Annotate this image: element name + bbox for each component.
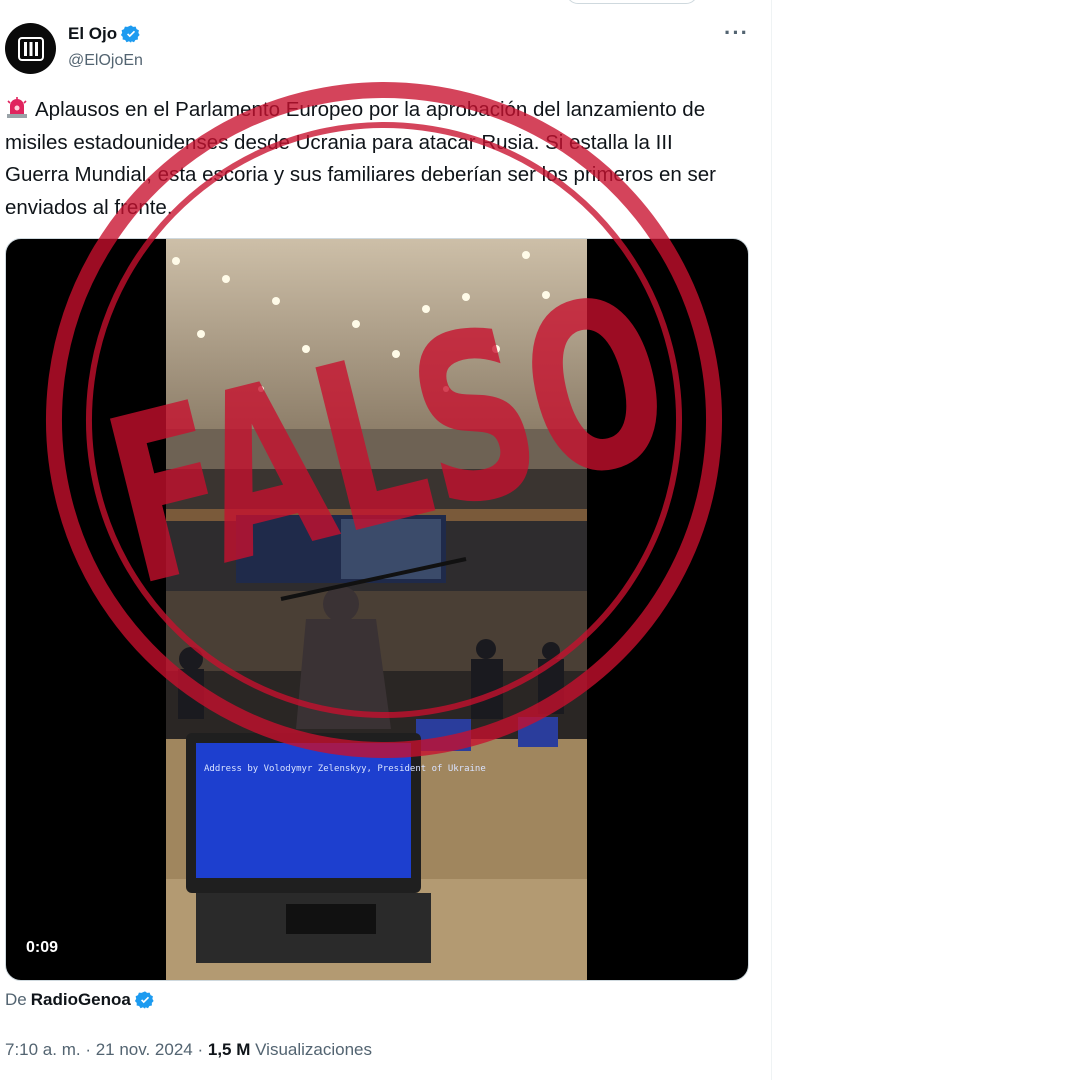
video-screen-text: Address by Volodymyr Zelenskyy, Presiden…: [204, 764, 486, 774]
siren-emoji-icon: [7, 97, 27, 118]
video-frame: Address by Volodymyr Zelenskyy, Presiden…: [166, 239, 587, 980]
top-button-partial[interactable]: [566, 0, 698, 4]
views-label: Visualizaciones: [255, 1040, 373, 1059]
views-count: 1,5 M: [207, 1040, 251, 1059]
via-prefix: De: [5, 990, 27, 1009]
author-handle[interactable]: @ElOjoEn: [68, 52, 143, 70]
video-source: De RadioGenoa: [5, 990, 155, 1010]
video-duration: 0:09: [26, 939, 59, 956]
display-name[interactable]: El Ojo: [68, 24, 117, 44]
tweet-meta: 7:10 a. m. · 21 nov. 2024 · 1,5 M Visual…: [5, 1040, 372, 1060]
source-account-link[interactable]: RadioGenoa: [31, 990, 131, 1010]
more-icon[interactable]: ···: [724, 20, 749, 46]
avatar[interactable]: [5, 23, 56, 74]
tweet-timestamp[interactable]: 7:10 a. m. · 21 nov. 2024 ·: [5, 1040, 203, 1059]
author-name-line[interactable]: El Ojo: [68, 24, 141, 44]
video-player[interactable]: Address by Volodymyr Zelenskyy, Presiden…: [5, 238, 749, 981]
tweet-text: Aplausos en el Parlamento Europeo por la…: [5, 94, 725, 224]
verified-badge-icon: [134, 991, 154, 1009]
column-divider: [771, 0, 772, 1080]
tweet-body: Aplausos en el Parlamento Europeo por la…: [5, 98, 716, 219]
verified-badge-icon: [121, 25, 140, 43]
eye-logo-icon: [17, 36, 44, 61]
